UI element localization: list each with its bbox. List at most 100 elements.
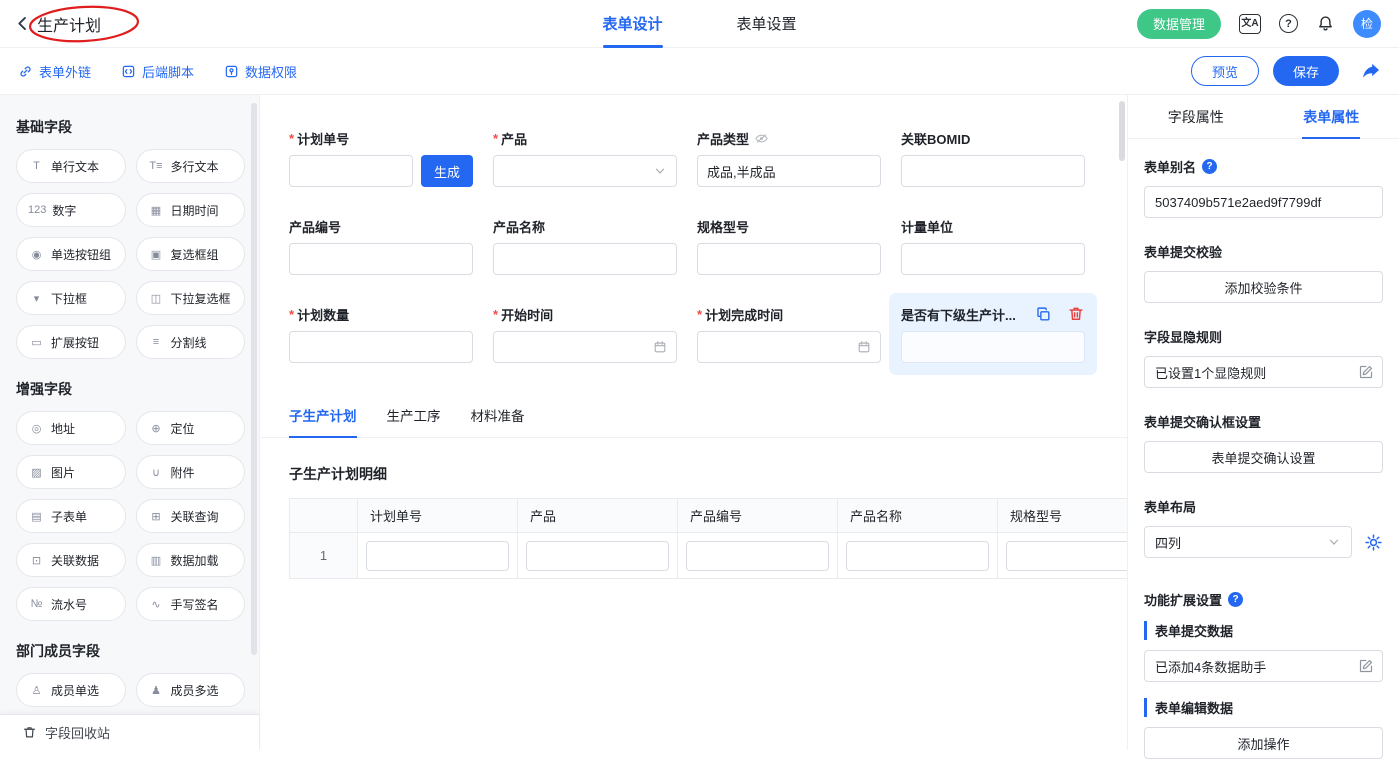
field-type-divider[interactable]: ≡分割线 [136,325,246,359]
field-type-dropdown[interactable]: ▾下拉框 [16,281,126,315]
share-icon[interactable] [1361,61,1381,81]
field-type-single-line-text[interactable]: T单行文本 [16,149,126,183]
field-type-extend-button[interactable]: ▭扩展按钮 [16,325,126,359]
product-name-input[interactable] [493,243,677,275]
field-type-datetime[interactable]: ▦日期时间 [136,193,246,227]
edit-icon[interactable] [1358,658,1374,674]
field-type-member-single[interactable]: ♙成员单选 [16,673,126,707]
gear-icon[interactable] [1364,533,1383,552]
layout-select[interactable]: 四列 [1144,526,1352,558]
data-permission-link[interactable]: 数据权限 [224,62,297,81]
cell-input-product[interactable] [526,541,669,571]
form-toolbar: 表单外链 后端脚本 数据权限 预览 保存 [0,48,1399,95]
data-permission-label: 数据权限 [245,62,297,81]
data-manage-button[interactable]: 数据管理 [1137,9,1221,39]
field-has-sub-plan[interactable]: 是否有下级生产计... [901,305,1085,363]
canvas-scrollbar-thumb[interactable] [1119,101,1125,161]
field-bom-id[interactable]: 关联BOMID [901,129,1085,187]
product-type-value: 成品,半成品 [707,162,776,181]
save-button[interactable]: 保存 [1273,56,1339,86]
tab-field-properties[interactable]: 字段属性 [1128,95,1264,138]
field-start-time[interactable]: *开始时间 [493,305,677,363]
add-action-button[interactable]: 添加操作 [1144,727,1383,759]
add-validation-button[interactable]: 添加校验条件 [1144,271,1383,303]
avatar[interactable]: 检 [1353,10,1381,38]
tab-sub-production-plan[interactable]: 子生产计划 [289,405,357,437]
field-product-code[interactable]: 产品编号 [289,217,473,275]
field-type-radio-group[interactable]: ◉单选按钮组 [16,237,126,271]
tab-production-process[interactable]: 生产工序 [387,405,441,437]
question-icon[interactable]: ? [1202,159,1217,174]
chevron-down-icon [1327,535,1341,549]
bell-icon[interactable] [1316,14,1335,33]
field-type-signature[interactable]: ∿手写签名 [136,587,246,621]
field-type-attachment[interactable]: ∪附件 [136,455,246,489]
backend-script-link[interactable]: 后端脚本 [121,62,194,81]
field-product-type[interactable]: 产品类型 成品,半成品 [697,129,881,187]
plan-no-input[interactable] [289,155,413,187]
visibility-rules-box[interactable]: 已设置1个显隐规则 [1144,356,1383,388]
field-type-image[interactable]: ▨图片 [16,455,126,489]
field-type-relation-query[interactable]: ⊞关联查询 [136,499,246,533]
has-sub-plan-input[interactable] [901,331,1085,363]
back-icon[interactable] [14,15,31,32]
start-time-input[interactable] [493,331,677,363]
subtable-section: 子生产计划明细 计划单号 产品 产品编号 产品名称 规格型号 1 [261,438,1127,579]
question-icon[interactable]: ? [1228,592,1243,607]
cell-input-plan-no[interactable] [366,541,509,571]
tab-form-properties[interactable]: 表单属性 [1264,95,1399,138]
field-type-multi-line-text[interactable]: T≡多行文本 [136,149,246,183]
row-index: 1 [290,533,358,579]
field-plan-no[interactable]: *计划单号 生成 [289,129,473,187]
field-unit[interactable]: 计量单位 [901,217,1085,275]
preview-button[interactable]: 预览 [1191,56,1259,86]
cell-input-product-name[interactable] [846,541,989,571]
signature-icon: ∿ [148,598,165,611]
relation-query-icon: ⊞ [148,510,165,523]
cell-input-product-code[interactable] [686,541,829,571]
trash-icon[interactable] [1067,305,1085,323]
field-type-serial-number[interactable]: №流水号 [16,587,126,621]
spec-model-input[interactable] [697,243,881,275]
field-type-data-load[interactable]: ▥数据加载 [136,543,246,577]
edit-icon[interactable] [1358,364,1374,380]
field-finish-time[interactable]: *计划完成时间 [697,305,881,363]
copy-icon[interactable] [1035,306,1052,323]
product-type-input[interactable]: 成品,半成品 [697,155,881,187]
form-external-link[interactable]: 表单外链 [18,62,91,81]
field-type-relation-data[interactable]: ⊡关联数据 [16,543,126,577]
field-label: 规格型号 [697,217,749,236]
table-row: 1 [290,533,1128,579]
plan-qty-input[interactable] [289,331,473,363]
field-product[interactable]: *产品 [493,129,677,187]
field-product-name[interactable]: 产品名称 [493,217,677,275]
tab-form-settings[interactable]: 表单设置 [737,0,797,48]
form-alias-input[interactable]: 5037409b571e2aed9f7799df [1144,186,1383,218]
finish-time-input[interactable] [697,331,881,363]
form-external-link-label: 表单外链 [39,62,91,81]
help-icon[interactable]: ? [1279,14,1298,33]
generate-button[interactable]: 生成 [421,155,473,187]
field-type-subform[interactable]: ▤子表单 [16,499,126,533]
field-recycle-bin[interactable]: 字段回收站 [0,714,259,750]
field-plan-qty[interactable]: *计划数量 [289,305,473,363]
confirm-box-button[interactable]: 表单提交确认设置 [1144,441,1383,473]
product-select[interactable] [493,155,677,187]
bom-id-input[interactable] [901,155,1085,187]
tab-form-design[interactable]: 表单设计 [602,0,662,48]
submit-data-box[interactable]: 已添加4条数据助手 [1144,650,1383,682]
field-type-member-multi[interactable]: ♟成员多选 [136,673,246,707]
sidebar-scrollbar-thumb[interactable] [251,103,257,655]
unit-input[interactable] [901,243,1085,275]
field-type-location[interactable]: ⊕定位 [136,411,246,445]
field-type-address[interactable]: ◎地址 [16,411,126,445]
product-code-input[interactable] [289,243,473,275]
translate-icon[interactable]: 文A [1239,14,1261,34]
field-type-checkbox-group[interactable]: ▣复选框组 [136,237,246,271]
tab-material-prep[interactable]: 材料准备 [471,405,525,437]
field-type-dropdown-multi[interactable]: ◫下拉复选框 [136,281,246,315]
form-layout-row: 四列 [1144,526,1383,558]
field-spec-model[interactable]: 规格型号 [697,217,881,275]
field-type-number[interactable]: 123数字 [16,193,126,227]
cell-input-spec-model[interactable] [1006,541,1127,571]
